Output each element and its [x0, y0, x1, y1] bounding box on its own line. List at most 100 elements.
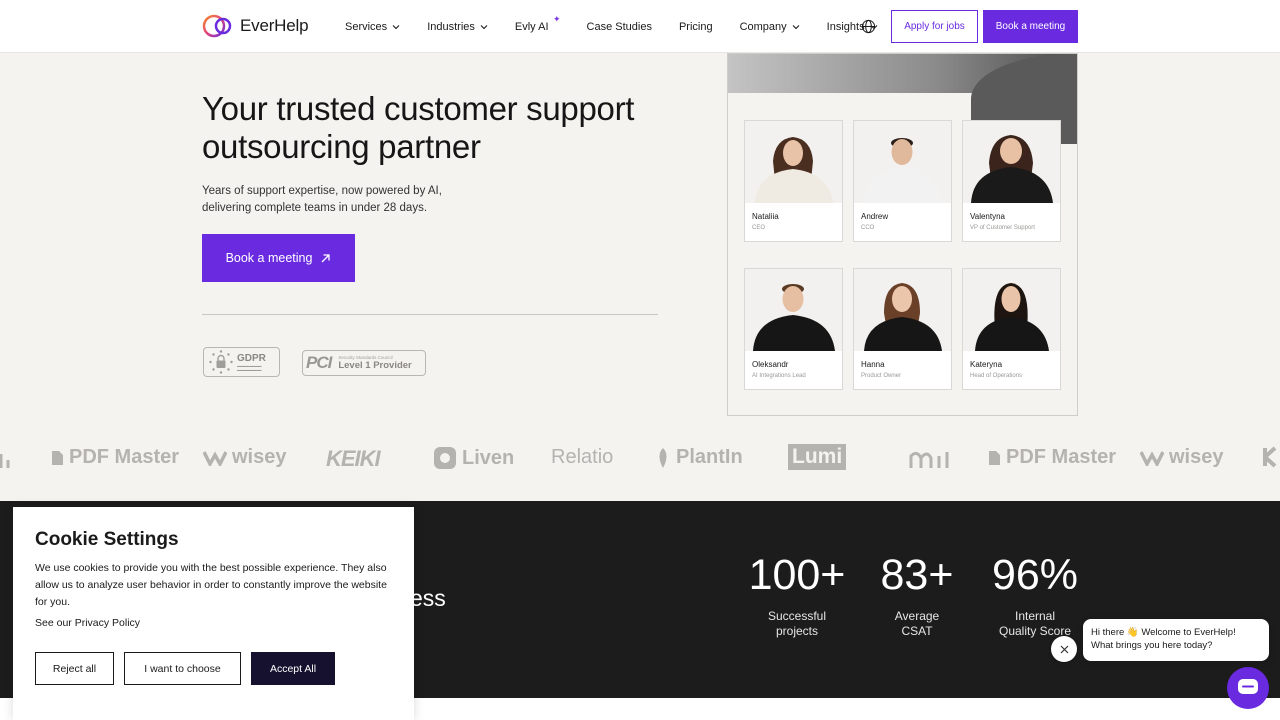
nav-case-studies[interactable]: Case Studies [587, 21, 652, 33]
client-logo-mili [909, 446, 951, 470]
stat-value: 83+ [880, 551, 954, 599]
client-logo-plantin: PlantIn [655, 446, 743, 469]
client-logo-keiki-partial [1262, 446, 1280, 468]
team-member-name: Oleksandr [752, 360, 789, 369]
cookie-settings-dialog: Cookie Settings We use cookies to provid… [13, 507, 414, 720]
nav-pricing[interactable]: Pricing [679, 21, 713, 33]
wisey-logo-icon [203, 450, 227, 466]
team-photo [963, 269, 1060, 351]
team-photo [854, 121, 951, 203]
client-logo-label: wisey [1169, 446, 1224, 468]
client-logo-pdf-master: PDF Master [51, 446, 179, 469]
logo-text: EverHelp [240, 16, 309, 35]
client-logo-wisey: wisey [203, 446, 286, 469]
nav-services[interactable]: Services [345, 21, 400, 33]
chevron-down-icon [392, 24, 400, 29]
chat-dismiss-button[interactable] [1051, 636, 1077, 662]
team-card-oleksandr: Oleksandr AI Integrations Lead [744, 268, 843, 390]
book-meeting-hero-button[interactable]: Book a meeting [202, 234, 355, 282]
hero-subtitle: Years of support expertise, now powered … [202, 183, 502, 217]
team-member-name: Andrew [861, 212, 889, 221]
everhelp-logo-icon [202, 14, 232, 38]
stat-label-line1: Average [894, 609, 940, 623]
hero-subtitle-line1: Years of support expertise, now powered … [202, 185, 442, 197]
top-navigation: EverHelp Services Industries Evly AI ✦ C… [0, 0, 1280, 53]
team-photo [745, 121, 842, 203]
mili-logo-icon [0, 454, 10, 468]
pci-mark: PCI [306, 353, 332, 372]
stat-value: 96% [991, 551, 1079, 599]
client-logo-mili-partial [0, 446, 14, 470]
hero-title: Your trusted customer support outsourcin… [202, 90, 635, 165]
team-card-andrew: Andrew CCO [853, 120, 952, 242]
globe-icon[interactable] [861, 19, 876, 34]
reject-all-button[interactable]: Reject all [35, 652, 114, 685]
stat-label-line2: CSAT [901, 624, 933, 638]
team-card-valentyna: Valentyna VP of Customer Support [962, 120, 1061, 242]
stat-quality-score: 96% Internal Quality Score [984, 551, 1086, 639]
nav-industries-label: Industries [427, 20, 475, 33]
team-member-name: Kateryna [970, 360, 1003, 369]
team-card-nataliia: Nataliia CEO [744, 120, 843, 242]
book-meeting-nav-button[interactable]: Book a meeting [983, 10, 1078, 43]
team-member-role: VP of Customer Support [970, 225, 1035, 231]
document-icon [52, 450, 63, 465]
nav-industries[interactable]: Industries [427, 21, 488, 33]
team-photo [745, 269, 842, 351]
nav-links: Services Industries Evly AI ✦ Case Studi… [345, 0, 905, 53]
chat-greeting-line2: What brings you here today? [1091, 640, 1213, 651]
stats-heading-partial: ess [410, 585, 446, 611]
team-member-name: Valentyna [970, 212, 1005, 221]
chat-launcher-button[interactable] [1227, 667, 1269, 709]
person-avatar-icon [864, 138, 942, 203]
apply-for-jobs-button[interactable]: Apply for jobs [891, 10, 978, 43]
nav-company[interactable]: Company [740, 21, 800, 33]
client-logo-lumi: Lumi [788, 444, 847, 470]
client-logo-label: KEIKI [326, 446, 381, 471]
nav-evly-ai[interactable]: Evly AI ✦ [514, 14, 561, 33]
hero-subtitle-line2: delivering complete teams in under 28 da… [202, 202, 428, 214]
stat-label-line1: Successful [767, 609, 827, 623]
stat-label-line1: Internal [1014, 609, 1056, 623]
stat-label-line2: projects [775, 624, 819, 638]
chat-icon [1238, 679, 1258, 694]
privacy-policy-link[interactable]: See our Privacy Policy [35, 617, 140, 629]
team-member-role: Product Owner [861, 373, 902, 379]
client-logo-label: Relatio [551, 446, 614, 468]
nav-company-label: Company [739, 20, 787, 33]
team-photo [854, 269, 951, 351]
i-want-to-choose-button[interactable]: I want to choose [124, 652, 241, 685]
team-member-role: Head of Operations [970, 373, 1023, 379]
client-logo-relatio: Relatio [551, 446, 613, 469]
team-member-role: CEO [752, 225, 766, 231]
team-member-name: Nataliia [752, 212, 779, 221]
team-member-name: Hanna [861, 360, 885, 369]
person-avatar-icon [971, 135, 1053, 203]
team-card-kateryna: Kateryna Head of Operations [962, 268, 1061, 390]
client-logo-keiki: KEIKI [326, 446, 381, 472]
stat-projects: 100+ Successful projects [742, 551, 852, 639]
person-avatar-icon [864, 283, 942, 351]
nav-pricing-label: Pricing [678, 20, 713, 33]
chat-greeting-bubble[interactable]: Hi there 👋 Welcome to EverHelp! What bri… [1083, 619, 1269, 661]
hero-divider [202, 314, 658, 315]
client-logo-label: PlantIn [676, 446, 743, 468]
gdpr-title: GDPR [237, 352, 266, 364]
sparkle-icon: ✦ [552, 13, 561, 24]
arrow-up-right-icon [321, 253, 331, 262]
client-logo-label: wisey [232, 446, 287, 468]
gdpr-badge: GDPR ▬▬▬▬▬▬▬ ▬▬▬▬▬▬▬ [203, 347, 280, 377]
client-logo-label: Lumi [792, 445, 843, 468]
chevron-down-icon [792, 24, 800, 29]
client-logo-pdf-master-repeat: PDF Master [988, 446, 1116, 469]
stat-label: Internal Quality Score [984, 609, 1086, 639]
lock-icon [209, 350, 233, 374]
everhelp-logo[interactable]: EverHelp [202, 14, 309, 38]
cookie-body: We use cookies to provide you with the b… [35, 562, 387, 608]
client-logo-label: PDF Master [69, 446, 180, 468]
document-icon [989, 450, 1000, 465]
nav-case-studies-label: Case Studies [586, 20, 652, 33]
accept-all-button[interactable]: Accept All [251, 652, 335, 685]
team-card-hanna: Hanna Product Owner [853, 268, 952, 390]
nav-evly-ai-label: Evly AI [514, 20, 549, 33]
